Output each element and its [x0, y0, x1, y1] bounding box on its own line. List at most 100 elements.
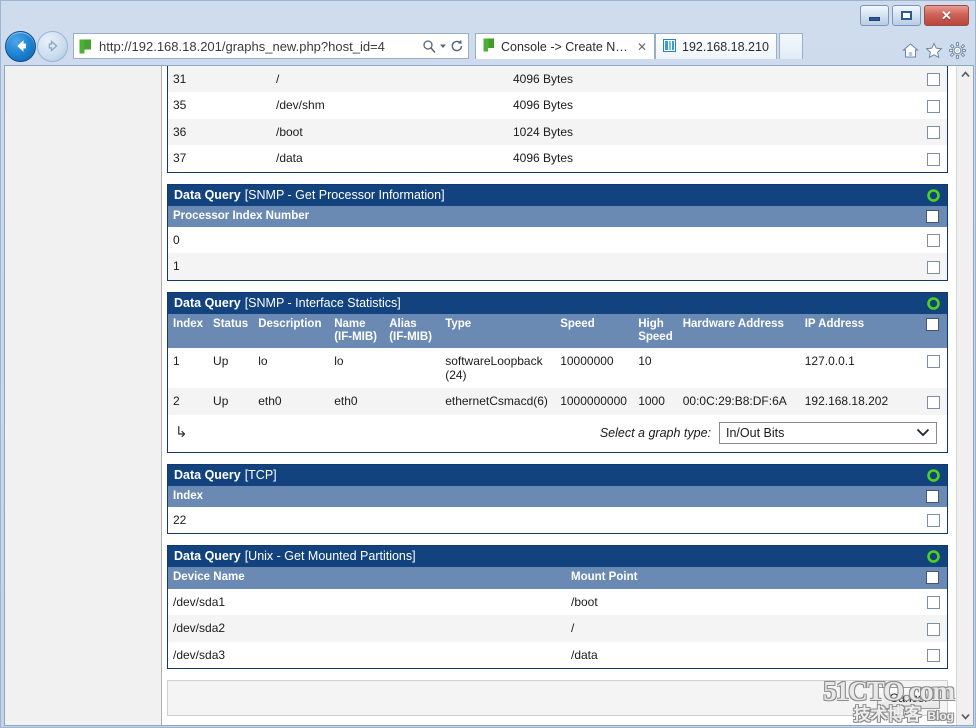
table-row[interactable]: 0 — [168, 226, 947, 254]
scroll-down-button[interactable] — [957, 708, 973, 725]
select-all-checkbox[interactable] — [926, 571, 939, 585]
col-device-name[interactable]: Device Name — [168, 567, 566, 589]
table-row[interactable]: 22 — [168, 507, 947, 534]
mounted-partitions-body: /dev/sda1 /boot /dev/sda2 / /dev/sda3 /d… — [168, 588, 947, 669]
home-icon[interactable] — [902, 42, 919, 59]
settings-gear-icon[interactable] — [949, 42, 966, 59]
col-type[interactable]: Type — [440, 313, 556, 348]
cell-device-name: /dev/sda1 — [168, 588, 566, 616]
panel-title-suffix: [Unix - Get Mounted Partitions] — [244, 549, 416, 564]
table-row[interactable]: 36 /boot 1024 Bytes — [168, 118, 947, 146]
col-hardware-address[interactable]: Hardware Address — [677, 313, 800, 348]
panel-unix-get-mounted-partitions: Data Query [Unix - Get Mounted Partition… — [167, 545, 948, 670]
row-checkbox-cell[interactable] — [921, 588, 947, 616]
col-index[interactable]: Index — [168, 313, 209, 348]
table-row[interactable]: 31 / 4096 Bytes — [168, 66, 947, 93]
graph-type-select[interactable]: In/Out Bits — [719, 421, 937, 444]
select-all-checkbox[interactable] — [926, 317, 939, 331]
row-checkbox[interactable] — [927, 514, 940, 528]
row-checkbox[interactable] — [927, 126, 940, 140]
row-checkbox[interactable] — [927, 234, 940, 248]
tab-close-icon[interactable]: ✕ — [637, 40, 647, 54]
row-checkbox-cell[interactable] — [921, 347, 947, 389]
row-checkbox[interactable] — [927, 648, 940, 662]
col-index[interactable]: Index — [168, 485, 921, 508]
table-row[interactable]: 37 /data 4096 Bytes — [168, 145, 947, 172]
table-row[interactable]: 35 /dev/shm 4096 Bytes — [168, 92, 947, 119]
table-row[interactable]: /dev/sda2 / — [168, 615, 947, 642]
table-row[interactable]: /dev/sda3 /data — [168, 641, 947, 669]
cell-hardware-address: 00:0C:29:B8:DF:6A — [677, 388, 800, 415]
select-all-checkbox[interactable] — [926, 209, 939, 223]
row-checkbox[interactable] — [927, 73, 940, 87]
green-ring-icon[interactable] — [927, 296, 940, 313]
row-checkbox[interactable] — [927, 99, 940, 113]
col-processor-index-number[interactable]: Processor Index Number — [168, 205, 921, 227]
row-checkbox-cell[interactable] — [921, 253, 947, 280]
green-ring-icon[interactable] — [927, 468, 940, 485]
tab-label: 192.168.18.210 — [682, 39, 769, 54]
row-checkbox[interactable] — [927, 354, 940, 368]
scrollbar-track[interactable] — [957, 83, 973, 708]
col-select-all[interactable] — [921, 485, 947, 508]
close-icon: ✕ — [941, 8, 952, 23]
tcp-table-head: Index — [168, 485, 947, 508]
table-row[interactable]: 2 Up eth0 eth0 ethernetCsmacd(6) 1000000… — [168, 388, 947, 415]
col-high-speed[interactable]: High Speed — [633, 313, 678, 348]
cancel-button[interactable]: Cancel — [876, 687, 940, 710]
table-row[interactable]: /dev/sda1 /boot — [168, 588, 947, 616]
col-status[interactable]: Status — [208, 313, 254, 348]
cell-device-name: /dev/sda2 — [168, 615, 566, 642]
address-bar[interactable]: http://192.168.18.201/graphs_new.php?hos… — [73, 33, 469, 59]
row-checkbox-cell[interactable] — [921, 92, 947, 119]
table-row[interactable]: 1 — [168, 253, 947, 280]
chevron-down-icon — [916, 426, 930, 440]
interface-statistics-table: Index Status Description Name (IF-MIB) A… — [168, 313, 947, 415]
forward-button[interactable] — [37, 30, 68, 62]
row-checkbox-cell[interactable] — [921, 145, 947, 172]
select-all-checkbox[interactable] — [926, 489, 939, 503]
back-button[interactable] — [5, 30, 36, 62]
row-checkbox-cell[interactable] — [921, 118, 947, 146]
col-select-all[interactable] — [921, 205, 947, 227]
maximize-button[interactable] — [892, 5, 921, 26]
cell-type: ethernetCsmacd(6) — [440, 388, 556, 415]
row-checkbox[interactable] — [927, 596, 940, 610]
tab-console-create-new[interactable]: Console -> Create Ne... ✕ — [475, 33, 655, 59]
new-tab-button[interactable] — [778, 33, 803, 59]
row-checkbox[interactable] — [927, 260, 940, 274]
favorites-star-icon[interactable] — [925, 42, 943, 59]
green-ring-icon[interactable] — [927, 550, 940, 566]
table-row[interactable]: 1 Up lo lo softwareLoopback (24) 1000000… — [168, 347, 947, 389]
row-checkbox-cell[interactable] — [921, 641, 947, 669]
row-checkbox-cell[interactable] — [921, 226, 947, 254]
green-ring-icon[interactable] — [927, 188, 940, 205]
col-description[interactable]: Description — [253, 313, 330, 348]
col-ip-address[interactable]: IP Address — [799, 313, 921, 348]
col-mount-point[interactable]: Mount Point — [566, 567, 921, 589]
col-speed[interactable]: Speed — [555, 313, 634, 348]
chevron-down-icon — [440, 44, 446, 48]
panel-title: Data Query [TCP] — [168, 464, 947, 486]
col-select-all[interactable] — [921, 313, 947, 348]
minimize-button[interactable] — [860, 5, 889, 26]
row-checkbox-cell[interactable] — [921, 507, 947, 534]
row-checkbox-cell[interactable] — [921, 66, 947, 93]
tab-192-168-18-210[interactable]: 192.168.18.210 — [655, 33, 777, 59]
scroll-up-button[interactable] — [957, 66, 973, 83]
panel-title-prefix: Data Query — [174, 467, 241, 482]
close-window-button[interactable]: ✕ — [924, 5, 969, 26]
page-scrollbar[interactable] — [956, 66, 973, 725]
row-checkbox-cell[interactable] — [921, 388, 947, 415]
row-checkbox-cell[interactable] — [921, 615, 947, 642]
cell-alias-if-mib — [384, 347, 441, 389]
row-checkbox[interactable] — [927, 395, 940, 409]
col-alias-if-mib[interactable]: Alias (IF-MIB) — [384, 313, 441, 348]
row-checkbox[interactable] — [927, 622, 940, 636]
row-checkbox[interactable] — [927, 152, 940, 166]
partitions-top-table-panel: 31 / 4096 Bytes 35 /dev/shm 4096 Bytes 3… — [167, 66, 948, 173]
subtree-arrow-icon: ↳ — [175, 424, 188, 442]
cell-index: 2 — [168, 388, 209, 415]
col-name-if-mib[interactable]: Name (IF-MIB) — [329, 313, 385, 348]
col-select-all[interactable] — [921, 567, 947, 589]
